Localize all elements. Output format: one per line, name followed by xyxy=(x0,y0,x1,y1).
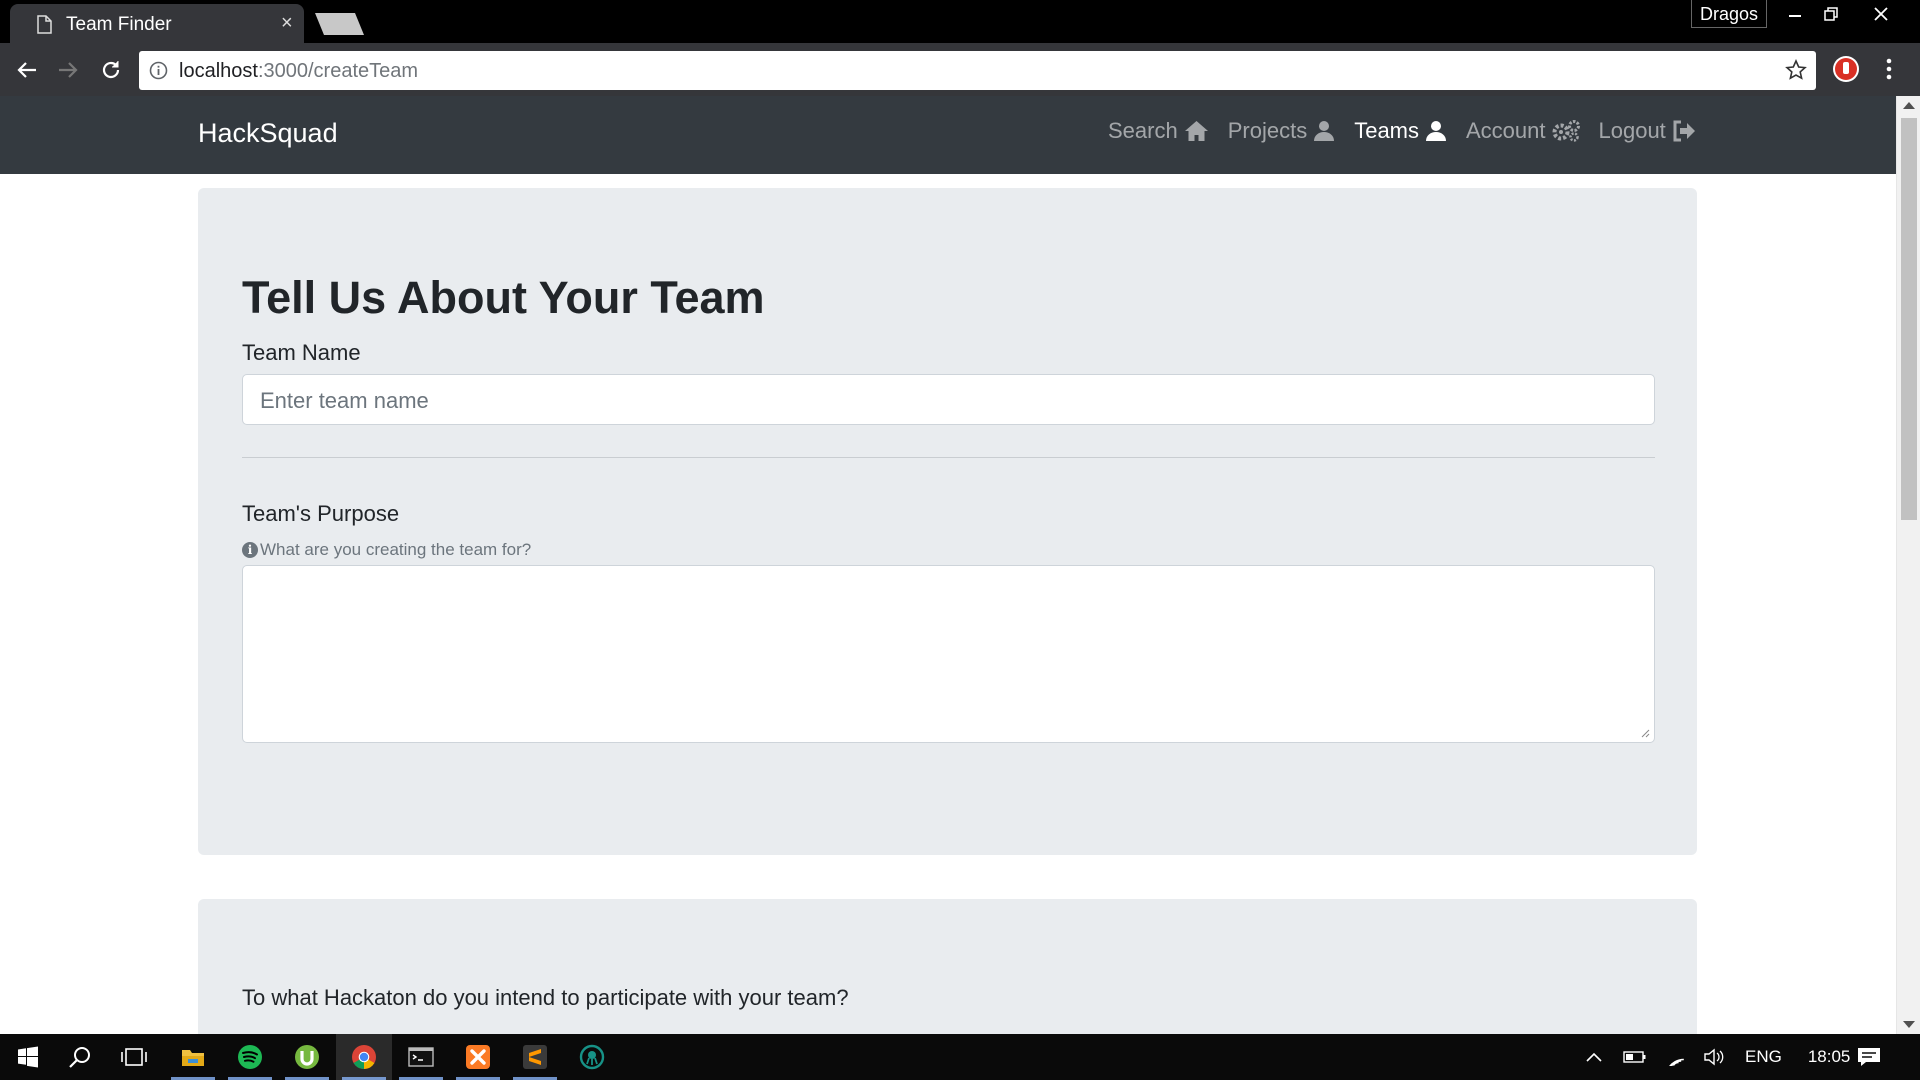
battery-icon[interactable] xyxy=(1623,1050,1647,1064)
back-icon[interactable] xyxy=(9,52,45,88)
utorrent-icon[interactable] xyxy=(279,1034,335,1080)
page-viewport: HackSquad Search Projects Teams Account xyxy=(0,96,1920,1034)
reload-icon[interactable] xyxy=(93,52,129,88)
info-icon[interactable] xyxy=(149,61,168,80)
team-info-card: Tell Us About Your Team Team Name Enter … xyxy=(198,188,1697,855)
system-tray: ENG 18:05 xyxy=(1585,1034,1850,1080)
scrollbar-thumb[interactable] xyxy=(1901,118,1917,520)
info-circle-icon: i xyxy=(242,542,258,558)
team-name-input[interactable]: Enter team name xyxy=(242,374,1655,425)
team-name-label: Team Name xyxy=(242,340,361,365)
team-purpose-label: Team's Purpose xyxy=(242,501,400,526)
site-navbar: HackSquad Search Projects Teams Account xyxy=(0,96,1896,174)
user-icon xyxy=(1314,121,1335,141)
minimize-icon[interactable] xyxy=(1775,0,1815,28)
spotify-icon[interactable] xyxy=(222,1034,278,1080)
new-tab-button[interactable] xyxy=(313,12,365,36)
bookmark-star-icon[interactable] xyxy=(1785,59,1807,81)
resize-grip-icon[interactable] xyxy=(1640,728,1650,738)
scroll-down-icon[interactable] xyxy=(1903,1021,1915,1028)
wifi-icon[interactable] xyxy=(1665,1048,1687,1066)
page-scrollbar[interactable] xyxy=(1896,96,1920,1034)
browser-titlebar: Team Finder × Dragos xyxy=(0,0,1920,43)
close-window-icon[interactable] xyxy=(1861,0,1901,28)
scroll-up-icon[interactable] xyxy=(1903,102,1915,109)
xampp-icon[interactable] xyxy=(450,1034,506,1080)
nav-label: Projects xyxy=(1227,118,1308,143)
clock[interactable]: 18:05 xyxy=(1808,1047,1851,1067)
language-indicator[interactable]: ENG xyxy=(1745,1047,1782,1067)
sublime-text-icon[interactable] xyxy=(507,1034,563,1080)
team-name-placeholder: Enter team name xyxy=(260,388,429,413)
adblock-extension-icon[interactable] xyxy=(1832,55,1860,83)
gitkraken-icon[interactable] xyxy=(564,1034,620,1080)
task-view-icon[interactable] xyxy=(106,1034,162,1080)
home-icon xyxy=(1184,121,1208,141)
nav-label: Logout xyxy=(1598,118,1666,143)
browser-tab[interactable]: Team Finder × xyxy=(10,4,304,43)
tab-close-icon[interactable]: × xyxy=(281,13,293,33)
nav-link-account[interactable]: Account xyxy=(1466,118,1580,144)
volume-icon[interactable] xyxy=(1703,1048,1725,1066)
nav-link-search[interactable]: Search xyxy=(1108,118,1209,144)
terminal-icon[interactable] xyxy=(393,1034,449,1080)
browser-menu-icon[interactable] xyxy=(1886,57,1892,81)
windows-taskbar: ENG 18:05 xyxy=(0,1034,1920,1080)
forward-icon[interactable] xyxy=(50,52,86,88)
url-text: localhost:3000/createTeam xyxy=(179,60,419,82)
tab-title: Team Finder xyxy=(66,14,172,35)
purpose-help-text: i What are you creating the team for? xyxy=(242,540,531,560)
tray-chevron-up-icon[interactable] xyxy=(1585,1051,1603,1063)
purpose-help-label: What are you creating the team for? xyxy=(260,540,532,559)
section-divider xyxy=(242,457,1655,458)
nav-label: Search xyxy=(1108,118,1178,143)
page-title: Tell Us About Your Team xyxy=(242,272,765,323)
nav-links: Search Projects Teams Account Logout xyxy=(1108,118,1715,144)
hackathon-label: To what Hackaton do you intend to partic… xyxy=(242,985,849,1010)
sign-out-icon xyxy=(1673,120,1695,142)
user-icon xyxy=(1426,121,1446,141)
nav-link-teams[interactable]: Teams xyxy=(1354,118,1447,144)
file-explorer-icon[interactable] xyxy=(165,1034,221,1080)
nav-label: Teams xyxy=(1354,118,1419,143)
hackathon-card: To what Hackaton do you intend to partic… xyxy=(198,899,1697,1034)
cogs-icon xyxy=(1552,120,1580,142)
chrome-icon[interactable] xyxy=(336,1034,392,1080)
browser-toolbar: localhost:3000/createTeam xyxy=(0,43,1920,96)
team-purpose-textarea[interactable] xyxy=(242,565,1655,743)
nav-label: Account xyxy=(1466,118,1546,143)
site-brand[interactable]: HackSquad xyxy=(198,118,338,149)
search-icon[interactable] xyxy=(52,1034,108,1080)
address-bar[interactable]: localhost:3000/createTeam xyxy=(139,51,1816,90)
document-icon xyxy=(37,15,52,34)
profile-button[interactable]: Dragos xyxy=(1691,0,1767,28)
restore-icon[interactable] xyxy=(1811,0,1851,28)
nav-link-logout[interactable]: Logout xyxy=(1599,118,1696,144)
start-icon[interactable] xyxy=(0,1034,56,1080)
nav-link-projects[interactable]: Projects xyxy=(1228,118,1335,144)
action-center-icon[interactable] xyxy=(1856,1034,1882,1080)
